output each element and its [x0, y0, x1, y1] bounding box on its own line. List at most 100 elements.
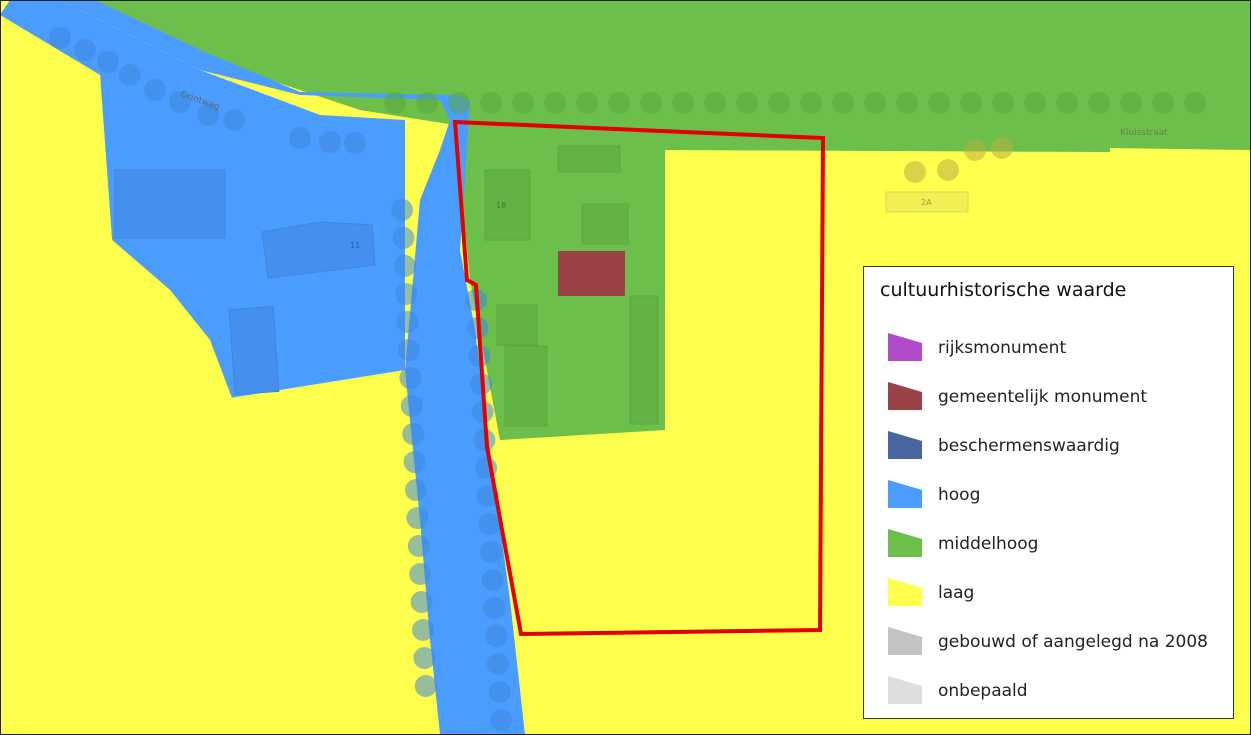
legend-title: cultuurhistorische waarde: [880, 279, 1127, 301]
tree-icon: [413, 647, 436, 669]
building-outline: [581, 203, 629, 245]
tree-icon: [483, 597, 506, 619]
tree-icon: [416, 92, 438, 114]
legend-swatch: [888, 627, 922, 655]
tree-icon: [74, 39, 96, 61]
tree-icon: [481, 569, 504, 591]
legend-label: gemeentelijk monument: [938, 387, 1148, 407]
tree-icon: [396, 311, 419, 333]
legend-item-gemeentelijk-monument: gemeentelijk monument: [888, 382, 1218, 414]
tree-icon: [393, 255, 416, 277]
legend-label: hoog: [938, 485, 981, 505]
tree-icon: [480, 541, 503, 563]
tree-icon: [1024, 92, 1046, 114]
tree-icon: [490, 709, 513, 731]
tree-icon: [384, 92, 406, 114]
tree-icon: [486, 653, 509, 675]
tree-icon: [399, 367, 422, 389]
legend-label: gebouwd of aangelegd na 2008: [938, 632, 1208, 652]
tree-icon: [403, 451, 426, 473]
legend-swatch: [888, 578, 922, 606]
legend-label: beschermenswaardig: [938, 436, 1120, 456]
tree-icon: [640, 92, 662, 114]
tree-icon: [119, 64, 141, 86]
legend-swatch: [888, 676, 922, 704]
house-number-18: 18: [496, 201, 506, 210]
legend-item-onbepaald: onbepaald: [888, 676, 1218, 708]
tree-icon: [478, 513, 501, 535]
legend-panel: cultuurhistorische waarde rijksmonument …: [863, 266, 1234, 719]
tree-icon: [405, 479, 427, 501]
tree-icon: [406, 507, 429, 529]
tree-icon: [414, 675, 437, 697]
tree-icon: [904, 161, 926, 183]
tree-icon: [319, 131, 341, 153]
legend-item-laag: laag: [888, 578, 1218, 610]
tree-icon: [289, 127, 311, 149]
legend-label: rijksmonument: [938, 338, 1067, 358]
tree-icon: [991, 137, 1013, 159]
tree-icon: [448, 92, 470, 114]
tree-icon: [407, 535, 430, 557]
building-outline: [484, 169, 531, 241]
legend-swatch: [888, 333, 922, 361]
building-outline: [114, 169, 226, 239]
house-number-11: 11: [350, 241, 360, 250]
tree-icon: [896, 92, 918, 114]
tree-icon: [398, 339, 420, 361]
building-outline: [496, 304, 538, 346]
legend-label: middelhoog: [938, 534, 1039, 554]
tree-icon: [608, 92, 630, 114]
tree-icon: [544, 92, 566, 114]
tree-icon: [410, 591, 433, 613]
tree-icon: [392, 227, 415, 249]
building-outline: [557, 145, 621, 173]
tree-icon: [704, 92, 726, 114]
tree-icon: [144, 79, 166, 101]
tree-icon: [960, 92, 982, 114]
gemeentelijk-monument-building[interactable]: [558, 251, 625, 296]
tree-icon: [512, 92, 534, 114]
tree-icon: [1056, 92, 1078, 114]
tree-icon: [832, 92, 854, 114]
tree-icon: [412, 619, 434, 641]
tree-icon: [49, 27, 71, 49]
tree-icon: [402, 423, 425, 445]
legend-item-beschermenswaardig: beschermenswaardig: [888, 431, 1218, 463]
tree-icon: [400, 395, 423, 417]
tree-icon: [1088, 92, 1110, 114]
legend-item-middelhoog: middelhoog: [888, 529, 1218, 561]
building-outline: [629, 295, 659, 425]
house-number-2a: 2A: [921, 198, 932, 207]
tree-icon: [485, 625, 508, 647]
tree-icon: [1120, 92, 1142, 114]
tree-icon: [864, 92, 886, 114]
legend-item-gebouwd-na-2008: gebouwd of aangelegd na 2008: [888, 627, 1218, 659]
tree-icon: [964, 139, 986, 161]
legend-swatch: [888, 480, 922, 508]
tree-icon: [672, 92, 694, 114]
tree-icon: [1184, 92, 1206, 114]
tree-icon: [1152, 92, 1174, 114]
tree-icon: [480, 92, 502, 114]
tree-icon: [409, 563, 432, 585]
tree-icon: [97, 51, 119, 73]
building-outline: [228, 306, 280, 395]
tree-icon: [223, 109, 245, 131]
tree-icon: [576, 92, 598, 114]
legend-label: laag: [938, 583, 975, 603]
tree-icon: [992, 92, 1014, 114]
tree-icon: [800, 92, 822, 114]
street-label-kluisstraat: Kluisstraat: [1120, 128, 1168, 138]
legend-swatch: [888, 382, 922, 410]
building-outline: [504, 345, 548, 427]
tree-icon: [928, 92, 950, 114]
tree-icon: [736, 92, 758, 114]
legend-item-hoog: hoog: [888, 480, 1218, 512]
tree-icon: [488, 681, 511, 703]
tree-icon: [937, 159, 959, 181]
tree-icon: [395, 283, 418, 305]
tree-icon: [768, 92, 790, 114]
tree-icon: [391, 199, 413, 221]
legend-item-rijksmonument: rijksmonument: [888, 333, 1218, 365]
